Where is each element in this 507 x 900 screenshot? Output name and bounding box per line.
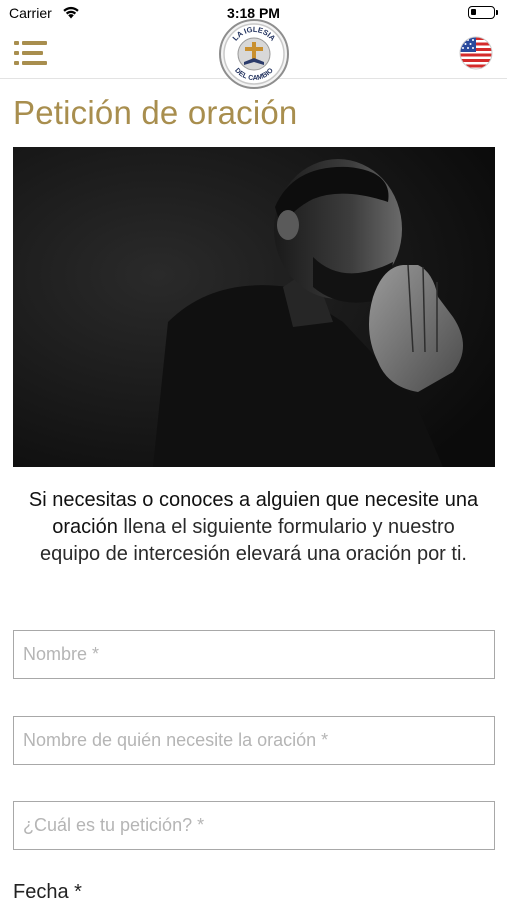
- battery-icon: [468, 6, 498, 19]
- menu-button[interactable]: [13, 39, 49, 67]
- prayer-for-name-input[interactable]: [13, 716, 495, 765]
- church-logo[interactable]: LA IGLESIA DEL CAMBIO: [218, 18, 290, 90]
- page-title: Petición de oración: [13, 94, 298, 131]
- intro-text: Si necesitas o conoces a alguien que nec…: [20, 487, 487, 568]
- person-praying-photo: [13, 147, 495, 467]
- prayer-request-input[interactable]: [13, 801, 495, 850]
- date-label: Fecha *: [13, 881, 82, 900]
- name-input[interactable]: [13, 630, 495, 679]
- us-flag-icon: [459, 36, 493, 70]
- language-button[interactable]: [459, 36, 493, 70]
- hero-image: [13, 147, 495, 467]
- menu-icon: [14, 41, 47, 65]
- app-header: LA IGLESIA DEL CAMBIO: [0, 19, 507, 89]
